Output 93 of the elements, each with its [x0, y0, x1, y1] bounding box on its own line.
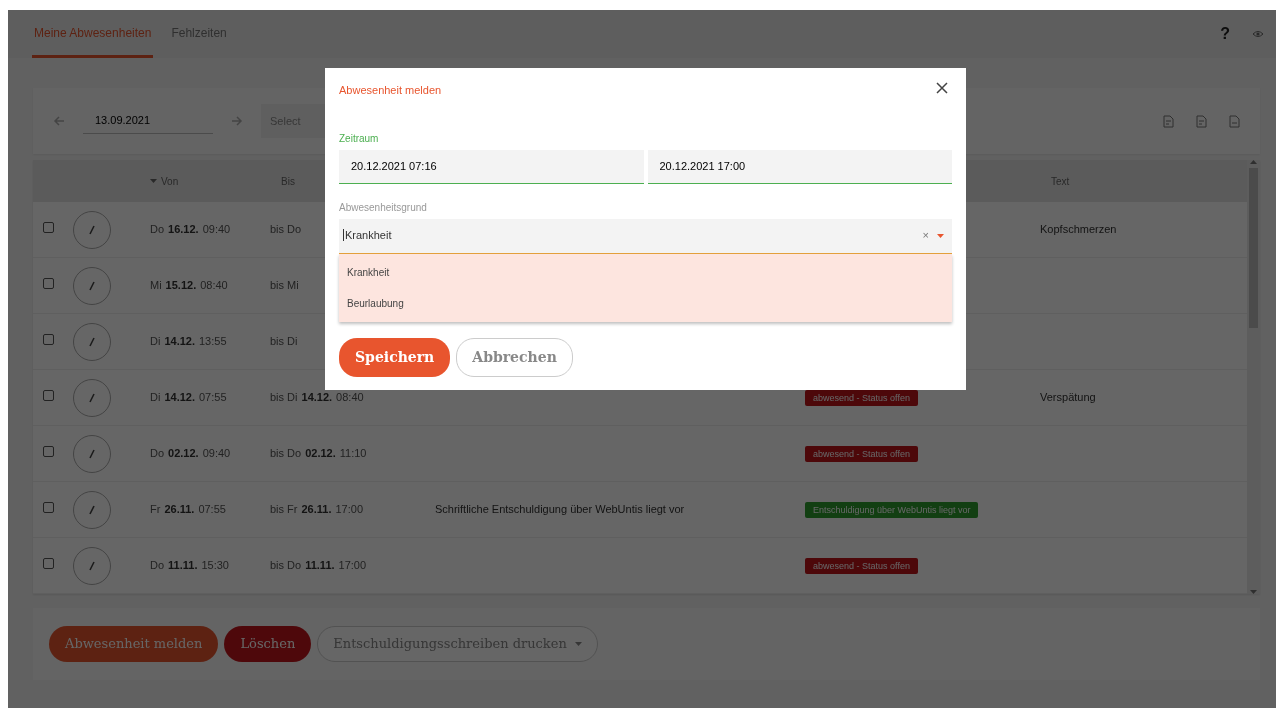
dropdown-option[interactable]: Krankheit: [339, 256, 952, 288]
table-cell-text: bis Do: [270, 222, 302, 238]
caret-icon: [574, 642, 582, 646]
table-cell-text: 26.11.: [164, 502, 195, 518]
up-caret-icon[interactable]: [1250, 160, 1257, 164]
pencil-icon: [89, 504, 95, 515]
down-caret-icon[interactable]: [1250, 590, 1257, 594]
table-cell-text: 08:40: [200, 278, 228, 294]
checkbox[interactable]: [43, 502, 54, 514]
table-cell: Schriftliche Entschuldigung über WebUntis liegt vor: [435, 503, 685, 516]
edit-button[interactable]: [73, 322, 111, 361]
edit-button[interactable]: [73, 210, 111, 249]
pencil-icon: [89, 280, 95, 291]
table-cell-text: 16.12.: [168, 222, 199, 238]
status-badge: abwesend - Status offen: [805, 446, 918, 463]
table-cell-text: 14.12.: [301, 390, 333, 406]
checkbox[interactable]: [43, 390, 54, 402]
table-cell-text: 07:55: [198, 502, 226, 518]
pencil-icon: [89, 392, 95, 403]
pencil-icon: [89, 336, 95, 347]
table-cell-text: Do: [150, 446, 165, 462]
status-badge: abwesend - Status offen: [805, 558, 918, 575]
table-cell-text: 08:40: [336, 390, 364, 406]
left-arrow-icon[interactable]: [53, 116, 65, 126]
dialog-button[interactable]: Abbrechen: [456, 337, 573, 377]
table-cell-text: bis Di: [270, 390, 298, 406]
table-cell-text: 11.11.: [305, 558, 335, 574]
table-cell-text: 07:55: [199, 390, 227, 406]
clear-button[interactable]: ×: [922, 227, 929, 244]
table-cell-text: 02.12.: [168, 446, 199, 462]
table-cell-text: 26.11.: [301, 502, 332, 518]
field-label: Abwesenheitsgrund: [339, 200, 428, 215]
table-cell: Verspätung: [1040, 391, 1096, 404]
edit-button[interactable]: [73, 434, 111, 473]
document-icon[interactable]: [1163, 114, 1174, 128]
dialog-title: Abwesenheit melden: [339, 83, 442, 98]
table-cell-text: 11:10: [339, 446, 367, 462]
table-cell-text: Fr: [150, 502, 161, 518]
checkbox[interactable]: [43, 222, 54, 234]
table-cell-text: Do: [150, 222, 165, 238]
pencil-icon: [89, 560, 95, 571]
table-cell-text: bis Di: [270, 334, 298, 350]
table-cell-text: 02.12.: [305, 446, 336, 462]
date-field[interactable]: 13.09.2021: [83, 108, 213, 134]
sort-caret-icon[interactable]: [150, 179, 157, 183]
table-cell-text: bis Do: [270, 558, 302, 574]
edit-button[interactable]: [73, 266, 111, 305]
document-icon[interactable]: [1229, 114, 1240, 128]
dropdown-option[interactable]: Beurlaubung: [339, 287, 952, 319]
caret-icon[interactable]: [937, 233, 944, 238]
dialog-button[interactable]: Speichern: [339, 337, 451, 377]
table-cell-text: Do: [150, 558, 165, 574]
table-cell-text: Di: [150, 334, 161, 350]
checkbox[interactable]: [43, 446, 54, 458]
status-badge: abwesend - Status offen: [805, 390, 918, 407]
pencil-icon: [89, 448, 95, 459]
table-cell-text: 09:40: [202, 446, 231, 462]
table-cell: Kopfschmerzen: [1040, 223, 1117, 236]
checkbox[interactable]: [43, 334, 54, 346]
edit-button[interactable]: [73, 378, 111, 417]
table-cell-text: 11.11.: [168, 558, 198, 574]
edit-button[interactable]: [73, 490, 111, 529]
tab[interactable]: Meine Abwesenheiten: [32, 10, 154, 58]
scrollbar[interactable]: [1247, 160, 1260, 594]
table-cell-text: Mi: [150, 278, 162, 294]
select-value: Krankheit: [343, 229, 392, 242]
table-cell-text: 17:00: [338, 558, 367, 574]
date-time-field[interactable]: 20.12.2021 07:16: [339, 149, 644, 184]
table-cell-text: 14.12.: [164, 334, 195, 350]
table-cell-text: bis Fr: [270, 502, 298, 518]
table-cell-text: Di: [150, 390, 161, 406]
reason-select[interactable]: Krankheit ×: [339, 218, 952, 254]
date-time-field[interactable]: 20.12.2021 17:00: [647, 149, 952, 184]
table-cell-text: 15:30: [201, 558, 229, 574]
action-button[interactable]: Löschen: [224, 626, 312, 662]
table-cell-text: 14.12.: [164, 390, 195, 406]
table-cell-text: 13:55: [199, 334, 227, 350]
table-cell-text: bis Mi: [270, 278, 299, 294]
table-cell-text: 09:40: [202, 222, 231, 238]
status-badge: Entschuldigung über WebUntis liegt vor: [805, 502, 979, 519]
eye-icon[interactable]: [1252, 30, 1264, 38]
action-button[interactable]: Abwesenheit melden: [49, 626, 219, 662]
checkbox[interactable]: [43, 558, 54, 570]
edit-button[interactable]: [73, 546, 111, 585]
help-icon[interactable]: ?: [1220, 22, 1230, 46]
document-icon[interactable]: [1196, 114, 1207, 128]
checkbox[interactable]: [43, 278, 54, 290]
right-arrow-icon[interactable]: [231, 116, 243, 126]
table-cell-text: 17:00: [335, 502, 363, 518]
table-cell-text: 15.12.: [165, 278, 197, 294]
close-icon: [936, 82, 948, 94]
table-cell-text: bis Do: [270, 446, 302, 462]
pencil-icon: [89, 224, 95, 235]
